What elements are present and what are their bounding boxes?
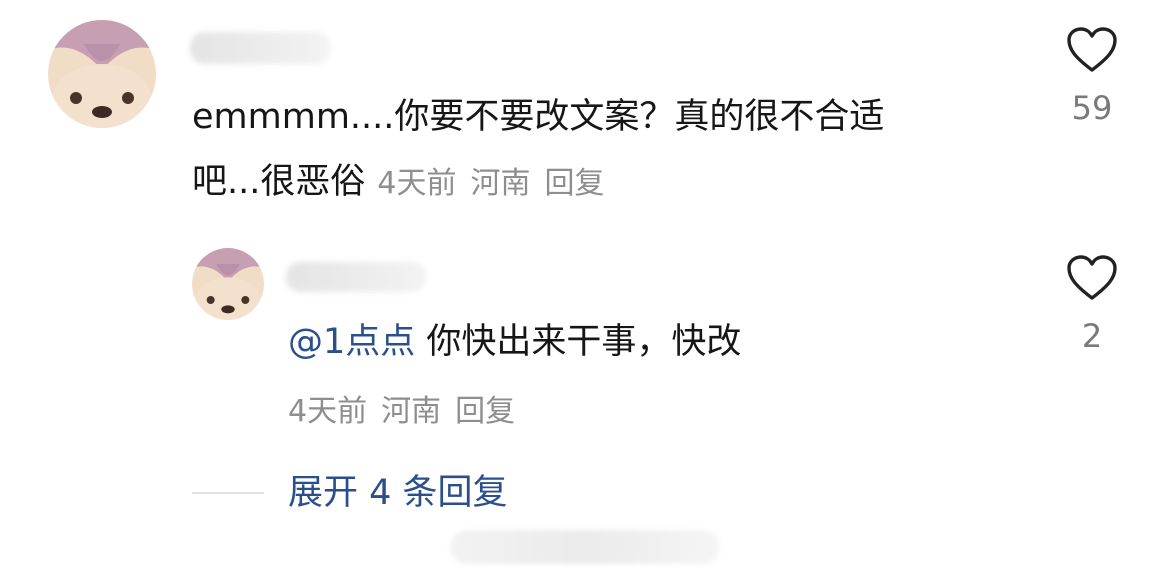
expand-replies-button[interactable]: 展开 4 条回复: [288, 471, 508, 515]
reply-time: 4天前: [288, 394, 368, 429]
replier-name[interactable]: [286, 262, 426, 292]
expand-divider: [192, 492, 264, 494]
reply-meta: 4天前 河南 回复: [288, 392, 515, 432]
heart-outline-icon[interactable]: [1066, 26, 1118, 74]
comment-like-count: 59: [1071, 89, 1113, 127]
comment-text-line-2-content: 吧...很恶俗: [192, 162, 366, 202]
commenter-name[interactable]: [190, 32, 330, 64]
comment-location: 河南: [470, 166, 531, 201]
heart-outline-icon[interactable]: [1066, 254, 1118, 302]
reply-like[interactable]: 2: [1062, 254, 1122, 354]
commenter-avatar[interactable]: [48, 20, 156, 128]
comment-text-line-1: emmmm....你要不要改文案？真的很不合适: [192, 97, 885, 137]
comment-like[interactable]: 59: [1062, 26, 1122, 126]
replier-avatar[interactable]: [192, 248, 264, 320]
reply-location: 河南: [381, 394, 442, 429]
reply-mention[interactable]: @1点点: [288, 322, 415, 362]
reply-reply-button[interactable]: 回复: [455, 394, 515, 429]
reply-content: 你快出来干事，快改: [415, 322, 742, 362]
comment-meta: 4天前 河南 回复: [377, 166, 604, 201]
watermark: [450, 530, 720, 564]
reply-text: @1点点 你快出来干事，快改: [288, 320, 741, 364]
comment-text-line-2: 吧...很恶俗 4天前 河南 回复: [192, 160, 604, 206]
reply-like-count: 2: [1081, 317, 1103, 355]
comment-time: 4天前: [377, 166, 457, 201]
comment-reply-button[interactable]: 回复: [544, 166, 604, 201]
